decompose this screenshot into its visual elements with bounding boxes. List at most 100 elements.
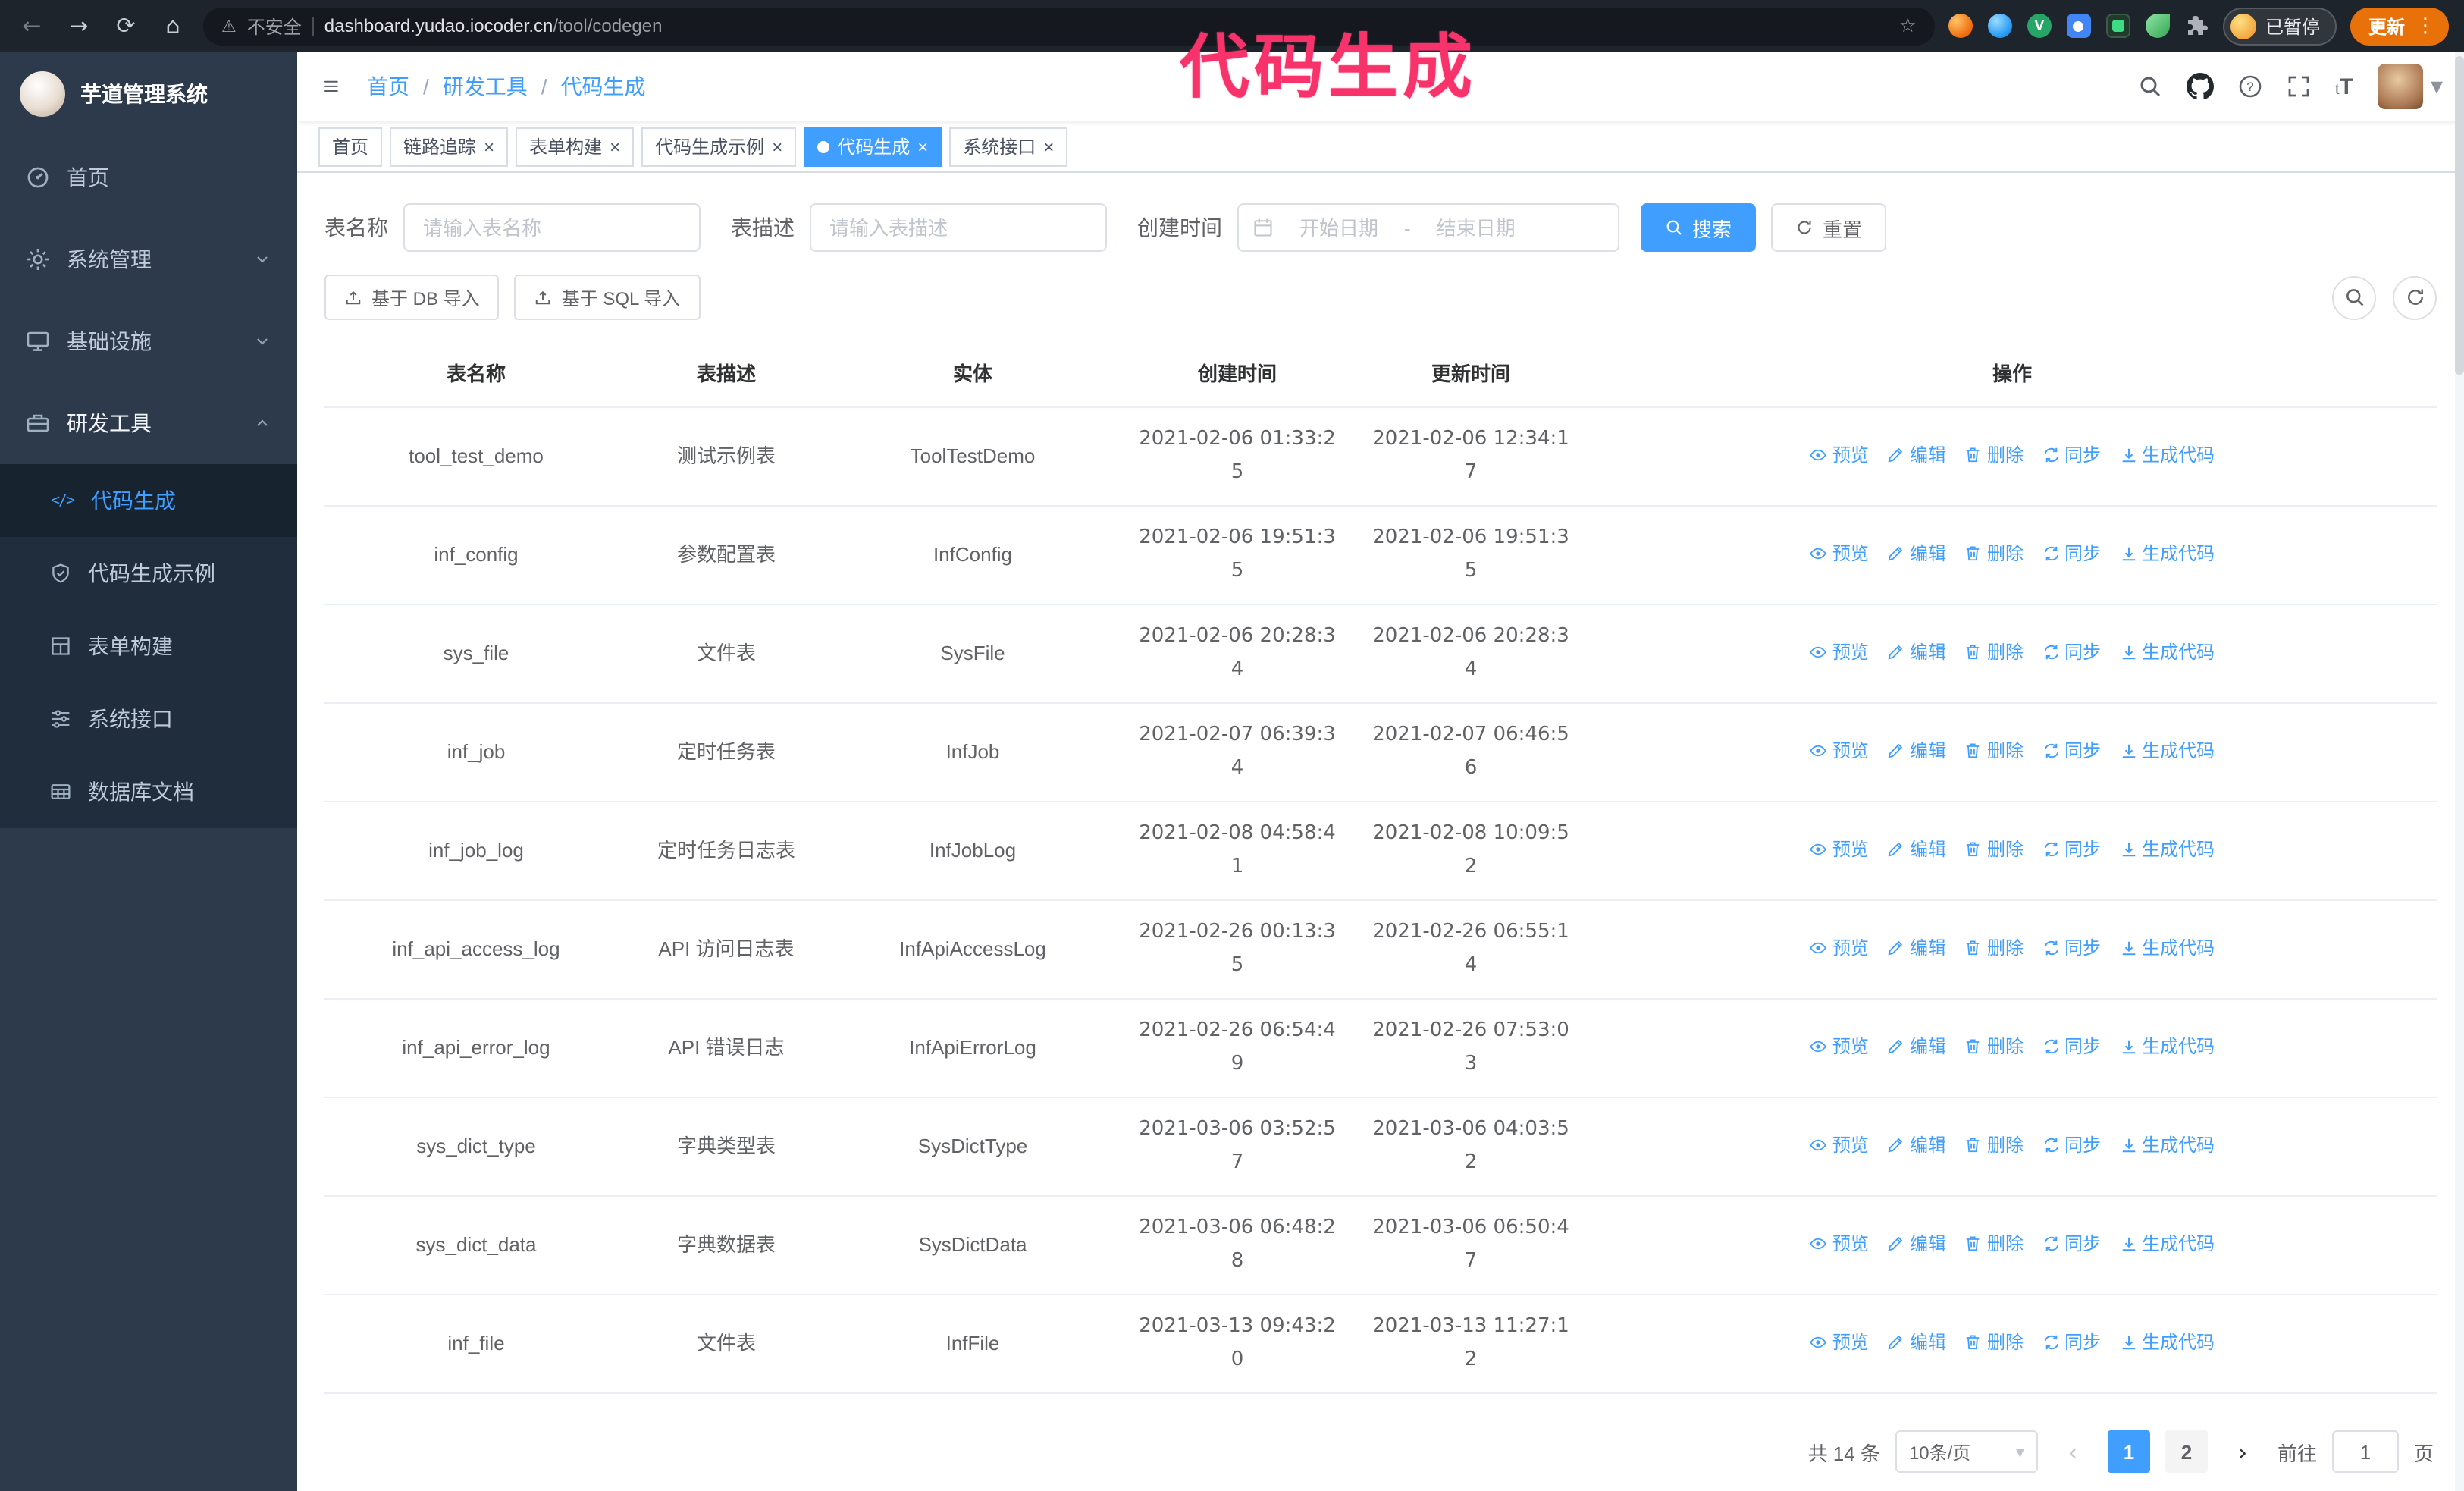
- extension-leaf-icon[interactable]: [2145, 14, 2170, 38]
- edit-link[interactable]: 编辑: [1887, 1029, 1946, 1063]
- delete-link[interactable]: 删除: [1964, 832, 2024, 865]
- preview-link[interactable]: 预览: [1810, 536, 1869, 570]
- help-icon[interactable]: ?: [2238, 74, 2262, 99]
- close-icon[interactable]: ×: [772, 137, 782, 155]
- browser-home-button[interactable]: ⌂: [156, 12, 190, 39]
- browser-address-bar[interactable]: ⚠ 不安全 dashboard.yudao.iocoder.cn/tool/co…: [203, 7, 1935, 45]
- sync-link[interactable]: 同步: [2042, 1226, 2101, 1260]
- sidebar-item-codegen[interactable]: </> 代码生成: [0, 464, 297, 537]
- refresh-table-button[interactable]: [2393, 275, 2437, 319]
- delete-link[interactable]: 删除: [1964, 1029, 2024, 1063]
- delete-link[interactable]: 删除: [1964, 1325, 2024, 1358]
- browser-menu-icon[interactable]: ⋮: [2415, 14, 2435, 38]
- fullscreen-icon[interactable]: [2287, 74, 2311, 99]
- generate-code-link[interactable]: 生成代码: [2119, 635, 2215, 668]
- edit-link[interactable]: 编辑: [1887, 931, 1946, 964]
- generate-code-link[interactable]: 生成代码: [2119, 931, 2215, 964]
- close-icon[interactable]: ×: [917, 137, 928, 155]
- edit-link[interactable]: 编辑: [1887, 1128, 1946, 1161]
- preview-link[interactable]: 预览: [1810, 438, 1869, 471]
- extension-contacts-icon[interactable]: [2066, 14, 2091, 38]
- edit-link[interactable]: 编辑: [1887, 635, 1946, 668]
- sidebar-item-system-mgmt[interactable]: 系统管理: [0, 218, 297, 300]
- sync-link[interactable]: 同步: [2042, 733, 2101, 767]
- page-2-button[interactable]: 2: [2165, 1430, 2208, 1473]
- tab-codegen-example[interactable]: 代码生成示例 ×: [641, 127, 797, 166]
- preview-link[interactable]: 预览: [1810, 1226, 1869, 1260]
- table-name-input[interactable]: [403, 203, 701, 252]
- generate-code-link[interactable]: 生成代码: [2119, 1128, 2215, 1161]
- profile-chip[interactable]: 已暂停: [2222, 7, 2337, 45]
- delete-link[interactable]: 删除: [1964, 438, 2024, 471]
- generate-code-link[interactable]: 生成代码: [2119, 536, 2215, 570]
- preview-link[interactable]: 预览: [1810, 635, 1869, 668]
- preview-link[interactable]: 预览: [1810, 832, 1869, 865]
- github-icon[interactable]: [2187, 73, 2215, 100]
- preview-link[interactable]: 预览: [1810, 733, 1869, 767]
- import-sql-button[interactable]: 基于 SQL 导入: [514, 275, 701, 320]
- edit-link[interactable]: 编辑: [1887, 832, 1946, 865]
- sidebar-item-dev-tools[interactable]: 研发工具: [0, 382, 297, 464]
- scrollbar-thumb[interactable]: [2455, 56, 2464, 375]
- extensions-puzzle-icon[interactable]: [2185, 14, 2209, 38]
- hamburger-icon[interactable]: [318, 73, 346, 100]
- bookmark-star-icon[interactable]: ☆: [1899, 14, 1917, 37]
- extension-drop-icon[interactable]: [1987, 14, 2012, 38]
- browser-reload-button[interactable]: ⟳: [109, 12, 143, 39]
- reset-button[interactable]: 重置: [1771, 203, 1887, 252]
- sidebar-item-system-api[interactable]: 系统接口: [0, 683, 297, 755]
- generate-code-link[interactable]: 生成代码: [2119, 1226, 2215, 1260]
- page-size-select[interactable]: 10条/页 ▾: [1895, 1430, 2038, 1473]
- date-range-picker[interactable]: -: [1237, 203, 1619, 252]
- sync-link[interactable]: 同步: [2042, 1128, 2101, 1161]
- preview-link[interactable]: 预览: [1810, 931, 1869, 964]
- edit-link[interactable]: 编辑: [1887, 536, 1946, 570]
- tab-codegen[interactable]: 代码生成 ×: [804, 127, 942, 166]
- edit-link[interactable]: 编辑: [1887, 733, 1946, 767]
- breadcrumb-dev-tools[interactable]: 研发工具: [443, 71, 528, 102]
- generate-code-link[interactable]: 生成代码: [2119, 1325, 2215, 1358]
- font-size-icon[interactable]: t T: [2335, 74, 2353, 99]
- browser-back-button[interactable]: ←: [15, 12, 49, 39]
- close-icon[interactable]: ×: [610, 137, 620, 155]
- scrollbar[interactable]: [2455, 52, 2464, 1491]
- edit-link[interactable]: 编辑: [1887, 438, 1946, 471]
- start-date-input[interactable]: [1280, 216, 1398, 239]
- browser-forward-button[interactable]: →: [62, 12, 96, 39]
- preview-link[interactable]: 预览: [1810, 1029, 1869, 1063]
- generate-code-link[interactable]: 生成代码: [2119, 438, 2215, 471]
- tab-form-builder[interactable]: 表单构建 ×: [516, 127, 635, 166]
- delete-link[interactable]: 删除: [1964, 536, 2024, 570]
- end-date-input[interactable]: [1416, 216, 1535, 239]
- user-menu[interactable]: ▾: [2377, 64, 2443, 109]
- extension-fox-icon[interactable]: [1948, 14, 1973, 38]
- delete-link[interactable]: 删除: [1964, 1128, 2024, 1161]
- search-button[interactable]: 搜索: [1641, 203, 1757, 252]
- sidebar-item-codegen-example[interactable]: 代码生成示例: [0, 537, 297, 610]
- prev-page-button[interactable]: ‹: [2053, 1430, 2093, 1473]
- sync-link[interactable]: 同步: [2042, 931, 2101, 964]
- sync-link[interactable]: 同步: [2042, 536, 2101, 570]
- edit-link[interactable]: 编辑: [1887, 1325, 1946, 1358]
- delete-link[interactable]: 删除: [1964, 635, 2024, 668]
- sidebar-item-home[interactable]: 首页: [0, 137, 297, 218]
- browser-update-button[interactable]: 更新 ⋮: [2350, 7, 2449, 45]
- generate-code-link[interactable]: 生成代码: [2119, 733, 2215, 767]
- edit-link[interactable]: 编辑: [1887, 1226, 1946, 1260]
- tab-home[interactable]: 首页: [318, 127, 383, 166]
- delete-link[interactable]: 删除: [1964, 733, 2024, 767]
- sync-link[interactable]: 同步: [2042, 1029, 2101, 1063]
- close-icon[interactable]: ×: [1043, 137, 1054, 155]
- goto-page-input[interactable]: [2331, 1430, 2399, 1473]
- sidebar-item-form-builder[interactable]: 表单构建: [0, 610, 297, 683]
- delete-link[interactable]: 删除: [1964, 1226, 2024, 1260]
- sync-link[interactable]: 同步: [2042, 438, 2101, 471]
- generate-code-link[interactable]: 生成代码: [2119, 1029, 2215, 1063]
- preview-link[interactable]: 预览: [1810, 1325, 1869, 1358]
- search-icon[interactable]: [2138, 74, 2162, 99]
- sidebar-item-infrastructure[interactable]: 基础设施: [0, 300, 297, 382]
- breadcrumb-home[interactable]: 首页: [367, 71, 409, 102]
- tab-system-api[interactable]: 系统接口 ×: [949, 127, 1068, 166]
- sidebar-item-db-docs[interactable]: 数据库文档: [0, 755, 297, 828]
- delete-link[interactable]: 删除: [1964, 931, 2024, 964]
